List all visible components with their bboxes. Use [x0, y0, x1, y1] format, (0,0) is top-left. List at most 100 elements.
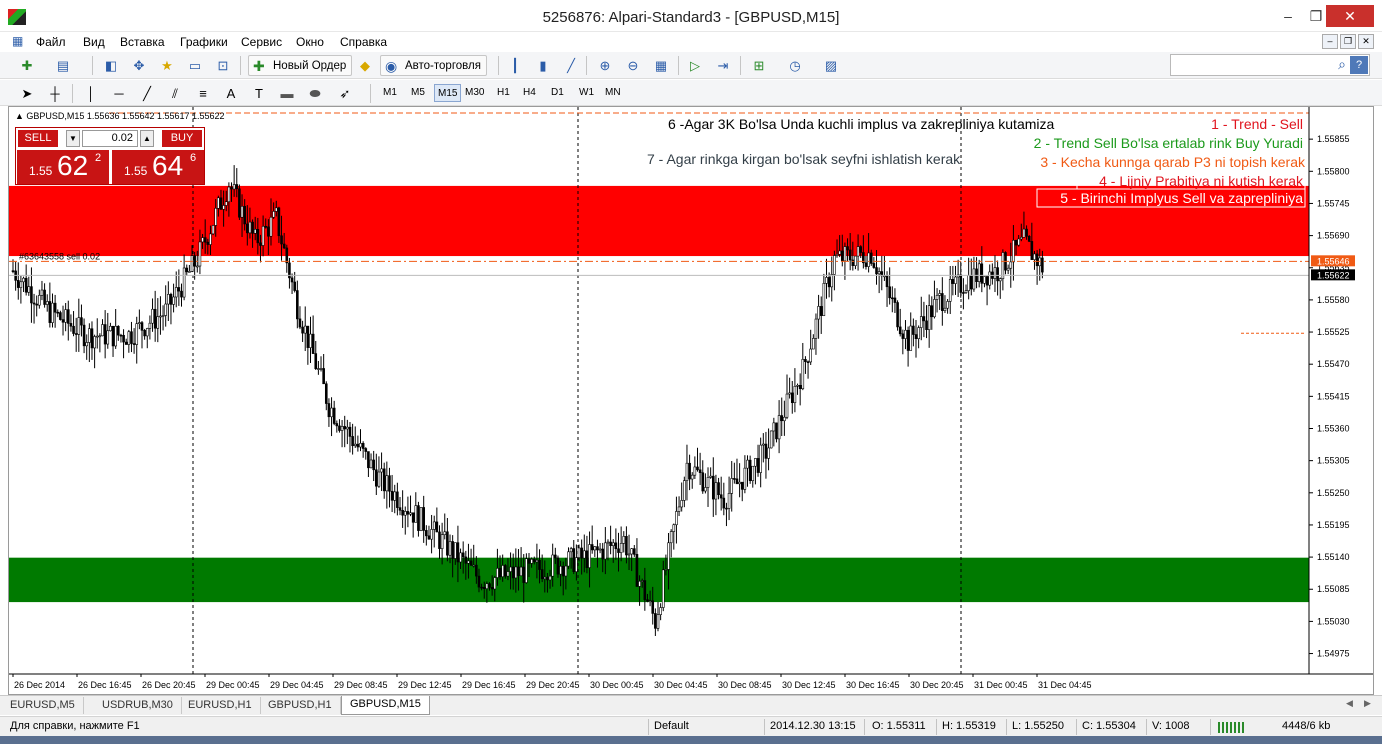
candle-body	[425, 530, 428, 537]
candle-body	[993, 267, 997, 279]
timeframe-m30[interactable]: M30	[462, 84, 487, 102]
timeframe-m5[interactable]: M5	[408, 84, 428, 102]
search-icon[interactable]: ⌕	[1338, 56, 1346, 73]
candle-body	[914, 334, 918, 340]
fibonacci-icon[interactable]: ≡	[192, 83, 214, 104]
strategy-tester-icon[interactable]: ⊡	[212, 55, 234, 76]
market-watch-icon[interactable]: ◧	[100, 55, 122, 76]
candle-body	[546, 576, 549, 581]
candle-body	[727, 493, 731, 509]
candle-body	[403, 511, 407, 516]
support-zone	[9, 557, 1309, 603]
candle-body	[856, 246, 860, 257]
connection-status-icon[interactable]	[1218, 722, 1244, 733]
new-order-button[interactable]: ✚ Новый Ордер	[248, 55, 353, 76]
candle-body	[551, 554, 554, 577]
ellipse-icon[interactable]: ⬬	[304, 83, 326, 104]
mdi-close-icon[interactable]: ✕	[1358, 34, 1374, 49]
indicators-icon[interactable]: ⊞	[748, 55, 770, 76]
text-label-icon[interactable]: T	[248, 83, 270, 104]
bar-chart-icon[interactable]: ┃	[504, 55, 526, 76]
buy-button[interactable]: BUY	[162, 130, 202, 147]
timeframe-h4[interactable]: H4	[520, 84, 539, 102]
text-icon[interactable]: A	[220, 83, 242, 104]
menu-tools[interactable]: Сервис	[241, 35, 282, 49]
cursor-icon[interactable]: ➤	[16, 83, 38, 104]
auto-scroll-icon[interactable]: ▷	[684, 55, 706, 76]
lot-size-input[interactable]: 0.02	[82, 130, 138, 147]
menu-file[interactable]: Файл	[36, 35, 66, 49]
candle-body	[762, 443, 765, 446]
timeframe-mn[interactable]: MN	[602, 84, 624, 102]
menu-insert[interactable]: Вставка	[120, 35, 165, 49]
arrows-icon[interactable]: ➶	[334, 83, 356, 104]
candle-body	[259, 242, 262, 246]
mdi-restore-icon[interactable]: ❐	[1340, 34, 1356, 49]
sell-price[interactable]: 1.55 62 2	[17, 150, 109, 184]
navigator-icon[interactable]: ★	[156, 55, 178, 76]
candlestick-icon[interactable]: ▮	[532, 55, 554, 76]
tab-usdrub-m30[interactable]: USDRUB,M30	[94, 697, 182, 714]
timeframe-d1[interactable]: D1	[548, 84, 567, 102]
tab-eurusd-m5[interactable]: EURUSD,M5	[2, 697, 84, 714]
candle-body	[522, 566, 526, 583]
channel-icon[interactable]: ⫽	[164, 83, 186, 104]
candle-body	[388, 475, 391, 492]
auto-trading-button[interactable]: ◉ Авто-торговля	[380, 55, 487, 76]
tabs-scroll-left-icon[interactable]: ◀	[1346, 698, 1353, 709]
close-button[interactable]: ✕	[1326, 5, 1374, 27]
candle-body	[293, 281, 296, 291]
candle-body	[969, 275, 973, 290]
sell-button[interactable]: SELL	[18, 130, 58, 147]
new-chart-icon[interactable]: ✚	[16, 55, 38, 76]
candle-body	[214, 207, 218, 226]
line-chart-icon[interactable]: ╱	[560, 55, 582, 76]
menu-window[interactable]: Окно	[296, 35, 324, 49]
periods-icon[interactable]: ◷	[784, 55, 806, 76]
buy-price[interactable]: 1.55 64 6	[112, 150, 204, 184]
timeframe-m15[interactable]: M15	[434, 84, 462, 102]
tile-windows-icon[interactable]: ▦	[650, 55, 672, 76]
zoom-out-icon[interactable]: ⊖	[622, 55, 644, 76]
candle-body	[51, 302, 54, 323]
rectangle-icon[interactable]: ▬	[276, 83, 298, 104]
templates-icon[interactable]: ▨	[820, 55, 842, 76]
tab-gbpusd-h1[interactable]: GBPUSD,H1	[260, 697, 341, 714]
lot-decrease-icon[interactable]: ▼	[66, 130, 80, 147]
candle-body	[767, 447, 770, 459]
timeframe-h1[interactable]: H1	[494, 84, 513, 102]
mdi-minimize-icon[interactable]: –	[1322, 34, 1338, 49]
metaeditor-icon[interactable]: ◆	[354, 55, 376, 76]
terminal-icon[interactable]: ▭	[184, 55, 206, 76]
timeframe-w1[interactable]: W1	[576, 84, 597, 102]
menu-charts[interactable]: Графики	[180, 35, 228, 49]
price-chart[interactable]: #63643558 sell 0.02 ▲ GBPUSD,M15 1.55636 …	[9, 107, 1373, 694]
help-icon[interactable]: ?	[1350, 56, 1368, 74]
candle-body	[946, 301, 949, 309]
zoom-in-icon[interactable]: ⊕	[594, 55, 616, 76]
tab-eurusd-h1[interactable]: EURUSD,H1	[180, 697, 261, 714]
profiles-icon[interactable]: ▤	[52, 55, 74, 76]
crosshair-icon[interactable]: ┼	[44, 83, 66, 104]
candle-body	[66, 309, 70, 324]
candle-body	[103, 324, 107, 345]
chart-window-icon[interactable]: ▦	[12, 34, 23, 48]
vertical-line-icon[interactable]: │	[80, 83, 102, 104]
candle-body	[353, 443, 357, 447]
candle-body	[985, 276, 989, 286]
candle-body	[311, 333, 315, 354]
chart-shift-icon[interactable]: ⇥	[712, 55, 734, 76]
lot-increase-icon[interactable]: ▲	[140, 130, 154, 147]
menu-view[interactable]: Вид	[83, 35, 105, 49]
menu-help[interactable]: Справка	[340, 35, 387, 49]
chart-window[interactable]: #63643558 sell 0.02 ▲ GBPUSD,M15 1.55636 …	[8, 106, 1374, 695]
timeframe-m1[interactable]: M1	[380, 84, 400, 102]
candle-body	[1038, 257, 1042, 267]
tabs-scroll-right-icon[interactable]: ▶	[1364, 698, 1371, 709]
data-window-icon[interactable]: ✥	[128, 55, 150, 76]
candle-body	[240, 206, 244, 218]
trendline-icon[interactable]: ╱	[136, 83, 158, 104]
horizontal-line-icon[interactable]: ─	[108, 83, 130, 104]
tab-gbpusd-m15[interactable]: GBPUSD,M15	[341, 696, 430, 715]
candle-body	[540, 569, 544, 580]
